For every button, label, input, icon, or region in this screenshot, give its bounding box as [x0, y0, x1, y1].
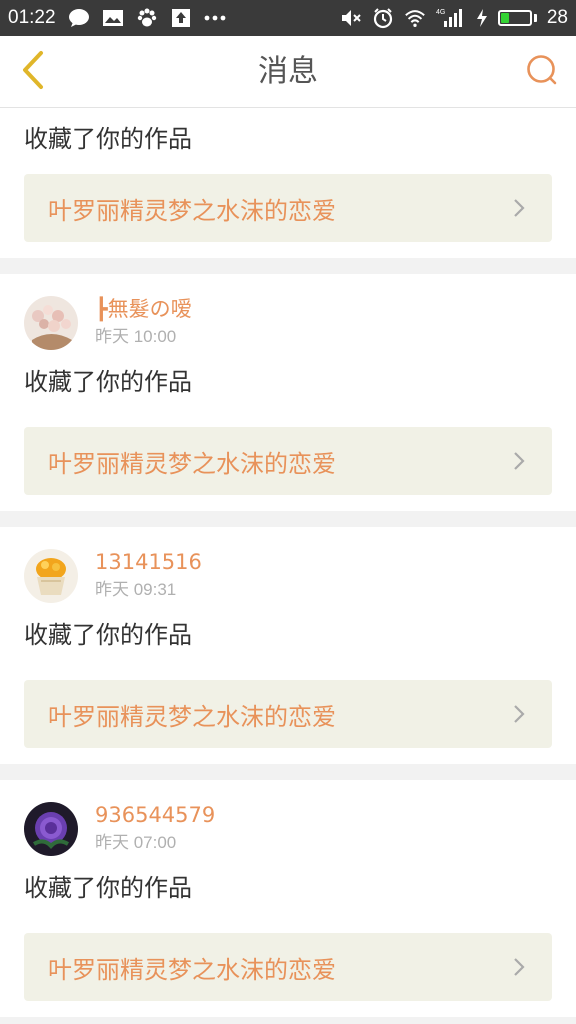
work-title: 叶罗丽精灵梦之水沫的恋爱 — [48, 196, 336, 225]
status-time: 01:22 — [8, 7, 56, 28]
battery-level: 28 — [546, 7, 568, 28]
mute-icon — [340, 7, 362, 29]
avatar[interactable] — [24, 549, 78, 603]
system-icons: 4G 28 — [340, 7, 568, 29]
signal-icon: 4G — [436, 7, 466, 29]
message-action: 收藏了你的作品 — [24, 874, 192, 902]
avatar[interactable] — [24, 296, 78, 350]
work-link[interactable]: 叶罗丽精灵梦之水沫的恋爱 — [24, 680, 552, 748]
page-title: 消息 — [258, 54, 318, 89]
upload-icon — [170, 7, 192, 29]
work-title: 叶罗丽精灵梦之水沫的恋爱 — [48, 449, 336, 478]
charging-icon — [476, 7, 488, 29]
paw-icon — [136, 7, 158, 29]
notification-icons — [68, 7, 226, 29]
message-list: 收藏了你的作品 叶罗丽精灵梦之水沫的恋爱 ┣無髮の嗳 昨天 10:00 收藏了你… — [0, 109, 576, 1024]
status-bar: 01:22 4G 28 — [0, 0, 576, 36]
username[interactable]: 13141516 — [95, 549, 202, 575]
battery-icon — [497, 10, 537, 26]
chevron-right-icon — [510, 452, 528, 470]
wifi-icon — [404, 7, 426, 29]
username[interactable]: 936544579 — [95, 802, 215, 828]
work-link[interactable]: 叶罗丽精灵梦之水沫的恋爱 — [24, 933, 552, 1001]
search-icon — [525, 53, 559, 91]
chat-bubble-icon — [68, 7, 90, 29]
chevron-right-icon — [510, 199, 528, 217]
message-action: 收藏了你的作品 — [24, 368, 192, 396]
battery-fill — [500, 13, 509, 23]
work-title: 叶罗丽精灵梦之水沫的恋爱 — [48, 702, 336, 731]
avatar[interactable] — [24, 802, 78, 856]
message-item: 收藏了你的作品 叶罗丽精灵梦之水沫的恋爱 — [0, 109, 576, 258]
message-time: 昨天 07:00 — [95, 833, 177, 852]
separator — [0, 1017, 576, 1024]
work-title: 叶罗丽精灵梦之水沫的恋爱 — [48, 955, 336, 984]
chevron-right-icon — [510, 705, 528, 723]
alarm-icon — [372, 7, 394, 29]
message-item: 13141516 昨天 09:31 收藏了你的作品 叶罗丽精灵梦之水沫的恋爱 — [0, 527, 576, 764]
chevron-right-icon — [510, 958, 528, 976]
image-message-icon — [102, 7, 124, 29]
message-action: 收藏了你的作品 — [24, 125, 192, 153]
work-link[interactable]: 叶罗丽精灵梦之水沫的恋爱 — [24, 174, 552, 242]
network-label: 4G — [436, 9, 445, 16]
separator — [0, 258, 576, 274]
more-dots-icon — [204, 7, 226, 29]
work-link[interactable]: 叶罗丽精灵梦之水沫的恋爱 — [24, 427, 552, 495]
message-item: ┣無髮の嗳 昨天 10:00 收藏了你的作品 叶罗丽精灵梦之水沫的恋爱 — [0, 274, 576, 511]
message-item: 936544579 昨天 07:00 收藏了你的作品 叶罗丽精灵梦之水沫的恋爱 — [0, 780, 576, 1017]
message-action: 收藏了你的作品 — [24, 621, 192, 649]
username[interactable]: ┣無髮の嗳 — [95, 296, 192, 322]
search-button[interactable] — [522, 52, 562, 92]
separator — [0, 764, 576, 780]
message-time: 昨天 09:31 — [95, 580, 177, 599]
message-time: 昨天 10:00 — [95, 327, 177, 346]
nav-bar: 消息 — [0, 36, 576, 108]
separator — [0, 511, 576, 527]
